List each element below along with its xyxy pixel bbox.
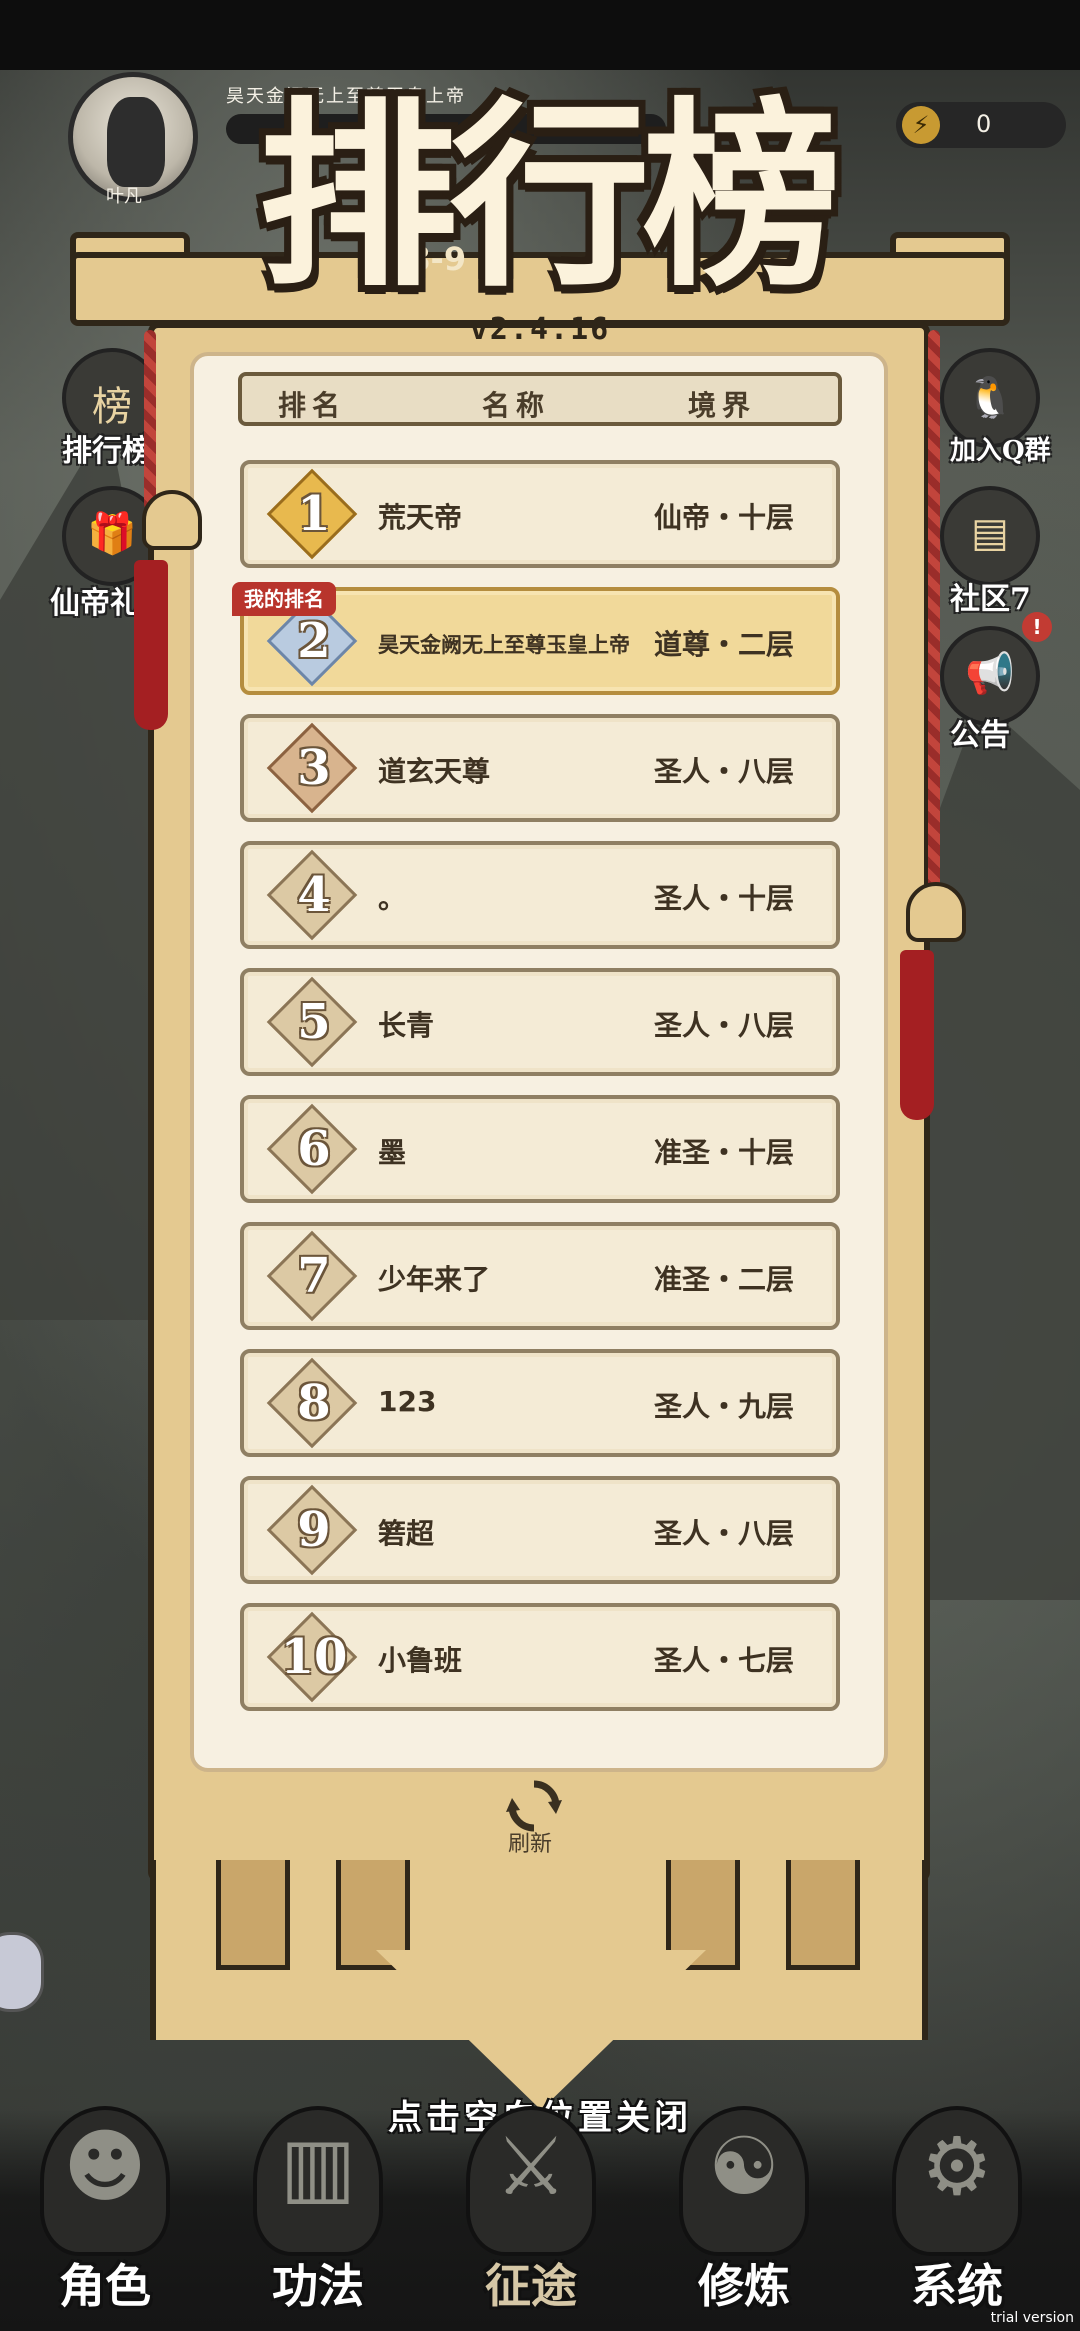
realm-cell: 圣人・八层 [653, 755, 794, 788]
notice-alert-badge: ! [1022, 612, 1052, 642]
table-row[interactable]: 8 123 圣人・九层 [240, 1349, 840, 1457]
leaderboard-header: 排名 名称 境界 [238, 372, 842, 426]
bell-right [906, 882, 966, 942]
table-row[interactable]: 4 。 圣人・十层 [240, 841, 840, 949]
player-name-cell: 。 [378, 882, 407, 915]
side-label-qq: 加入Q群 [950, 436, 1051, 466]
nav-tab-character[interactable]: ☻ 角色 [10, 2100, 200, 2331]
sword-icon: ⚔ [495, 2120, 567, 2213]
meditate-icon: ☯ [708, 2120, 780, 2213]
nav-tab-book[interactable]: ▥ 功法 [223, 2100, 413, 2331]
community-button[interactable]: ▤ [940, 486, 1040, 586]
bell-left [142, 490, 202, 550]
rank-number: 4 [297, 867, 331, 923]
header-rank: 排名 [278, 389, 347, 422]
refresh-label[interactable]: 刷新 [508, 1826, 552, 1858]
table-row[interactable]: 5 长青 圣人・八层 [240, 968, 840, 1076]
speaker-icon: 📢 [965, 651, 1015, 697]
realm-cell: 圣人・七层 [653, 1644, 794, 1677]
version-label: v2.4.16 [469, 312, 611, 347]
realm-cell: 圣人・八层 [653, 1517, 794, 1550]
rank-number: 3 [297, 740, 331, 796]
player-name-cell: 123 [378, 1385, 437, 1418]
rank-number: 6 [297, 1121, 331, 1177]
table-row[interactable]: 6 墨 准圣・十层 [240, 1095, 840, 1203]
rope-left [144, 330, 156, 510]
nav-label: 修炼 [698, 2259, 790, 2313]
header-name: 名称 [482, 389, 551, 422]
rank-number: 8 [297, 1375, 331, 1431]
realm-cell: 道尊・二层 [653, 628, 794, 661]
rank-number: 9 [297, 1502, 331, 1558]
table-row[interactable]: 7 少年来了 准圣・二层 [240, 1222, 840, 1330]
table-row[interactable]: 10 小鲁班 圣人・七层 [240, 1603, 840, 1711]
nav-tab-system[interactable]: ⚙ 系统 [862, 2100, 1052, 2331]
tassel-right [900, 950, 934, 1120]
table-row[interactable]: 9 箬超 圣人・八层 [240, 1476, 840, 1584]
energy-counter[interactable]: ⚡ 0 [896, 102, 1066, 148]
player-name-cell: 昊天金阙无上至尊玉皇上帝 [378, 633, 630, 657]
realm-cell: 圣人・八层 [653, 1009, 794, 1042]
book-icon: ▥ [280, 2120, 356, 2213]
side-label-notice: 公告 [950, 718, 1010, 753]
realm-cell: 准圣・二层 [653, 1263, 794, 1296]
system-icon: ⚙ [921, 2120, 993, 2213]
status-bar [0, 0, 1080, 70]
nav-label: 角色 [59, 2259, 151, 2313]
table-row[interactable]: 1 荒天帝 仙帝・十层 [240, 460, 840, 568]
character-icon: ☻ [63, 2120, 147, 2213]
player-name-cell: 墨 [378, 1136, 407, 1169]
table-row[interactable]: 3 道玄天尊 圣人・八层 [240, 714, 840, 822]
scroll-tooth [216, 1860, 290, 1970]
chat-icon: ▤ [971, 510, 1009, 556]
qq-penguin-icon: 🐧 [965, 375, 1015, 421]
header-realm: 境界 [688, 389, 757, 422]
side-label-ranking: 排行榜 [62, 434, 152, 469]
lightning-icon: ⚡ [902, 106, 940, 144]
my-rank-tag: 我的排名 [232, 582, 336, 616]
rank-number: 1 [297, 486, 331, 542]
leaderboard-title: 排行榜 [257, 79, 842, 314]
rank-number: 5 [297, 994, 331, 1050]
nav-label: 系统 [911, 2259, 1003, 2313]
nav-label: 功法 [272, 2259, 364, 2313]
player-name: 叶凡 [106, 186, 142, 207]
side-label-community: 社区7 [950, 582, 1031, 617]
tassel-left [134, 560, 168, 730]
realm-cell: 准圣・十层 [653, 1136, 794, 1169]
nav-label: 征途 [485, 2259, 577, 2313]
watermark: trial version [990, 2310, 1074, 2326]
nav-tab-meditate[interactable]: ☯ 修炼 [649, 2100, 839, 2331]
realm-cell: 仙帝・十层 [653, 501, 794, 534]
rank-number: 7 [297, 1248, 331, 1304]
nav-tab-sword[interactable]: ⚔ 征途 [436, 2100, 626, 2331]
energy-value: 0 [976, 110, 992, 138]
player-name-cell: 荒天帝 [378, 501, 463, 534]
player-name-cell: 道玄天尊 [378, 755, 491, 788]
avatar-portrait [107, 97, 165, 187]
floating-character-avatar[interactable] [0, 1932, 44, 2012]
player-name-cell: 箬超 [378, 1517, 435, 1550]
realm-cell: 圣人・十层 [653, 882, 794, 915]
player-name-cell: 小鲁班 [378, 1644, 463, 1677]
rank-number: 10 [280, 1629, 348, 1685]
scroll-tooth [786, 1860, 860, 1970]
side-label-gift: 仙帝礼 [50, 586, 140, 621]
player-name-cell: 长青 [378, 1009, 435, 1042]
realm-cell: 圣人・九层 [653, 1390, 794, 1423]
player-name-cell: 少年来了 [378, 1263, 491, 1296]
rope-right [928, 330, 940, 890]
